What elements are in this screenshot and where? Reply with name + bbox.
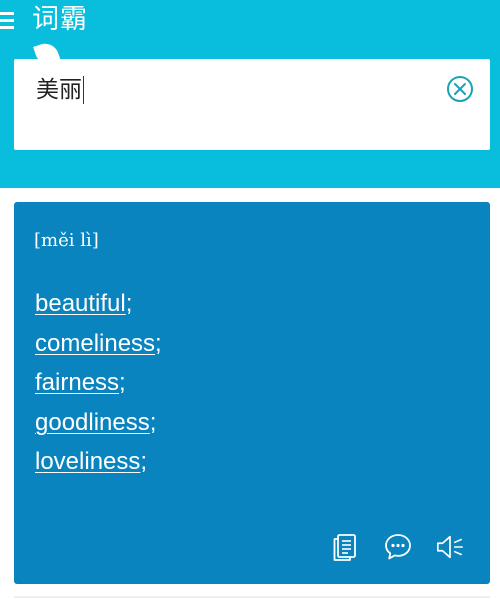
app-title: 词霸 xyxy=(32,4,88,35)
document-icon[interactable] xyxy=(330,532,360,562)
translation-item: comeliness; xyxy=(35,324,162,364)
translation-separator: ; xyxy=(140,448,148,475)
menu-line xyxy=(0,26,14,29)
translation-link[interactable]: beautiful xyxy=(35,290,126,317)
result-card: [měi lì] beautiful; comeliness; fairness… xyxy=(14,202,490,584)
translation-separator: ; xyxy=(155,329,162,357)
header-bar: 词霸 美丽 xyxy=(0,0,500,188)
translation-separator: ; xyxy=(149,408,157,436)
search-box[interactable]: 美丽 xyxy=(14,59,490,150)
bottom-divider xyxy=(14,596,490,598)
translation-separator: ; xyxy=(125,290,133,317)
translation-item: goodliness; xyxy=(35,403,162,443)
translation-item: fairness; xyxy=(35,363,162,403)
menu-icon[interactable] xyxy=(0,10,14,30)
translation-item: beautiful; xyxy=(35,284,162,324)
menu-line xyxy=(0,12,14,15)
translation-item: loveliness; xyxy=(35,442,162,482)
menu-line xyxy=(0,19,14,22)
translation-separator: ; xyxy=(119,369,126,396)
search-input[interactable]: 美丽 xyxy=(36,73,436,107)
translation-link[interactable]: goodliness xyxy=(35,409,150,436)
translation-list: beautiful; comeliness; fairness; goodlin… xyxy=(35,284,162,482)
phonetic-text: [měi lì] xyxy=(34,230,99,251)
speaker-icon[interactable] xyxy=(435,532,465,562)
translation-link[interactable]: loveliness xyxy=(35,448,140,475)
clear-icon[interactable] xyxy=(446,75,474,103)
comment-icon[interactable] xyxy=(383,532,413,562)
text-caret xyxy=(83,76,84,104)
translation-link[interactable]: fairness xyxy=(35,369,119,396)
search-query: 美丽 xyxy=(36,77,82,103)
translation-link[interactable]: comeliness xyxy=(35,330,155,357)
